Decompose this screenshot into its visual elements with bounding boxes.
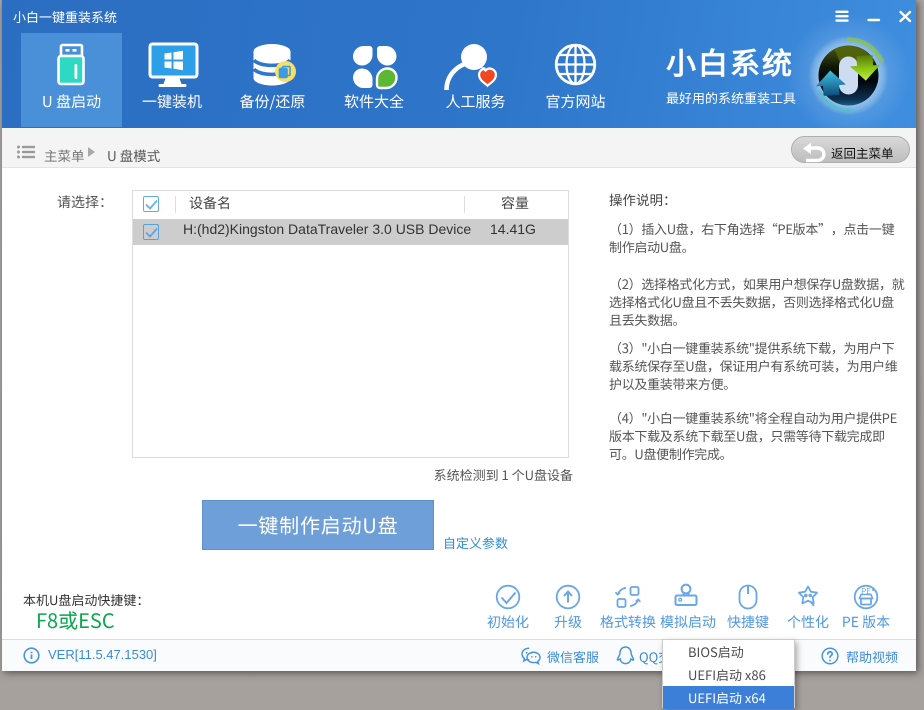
svg-text:PE: PE [861, 586, 871, 597]
